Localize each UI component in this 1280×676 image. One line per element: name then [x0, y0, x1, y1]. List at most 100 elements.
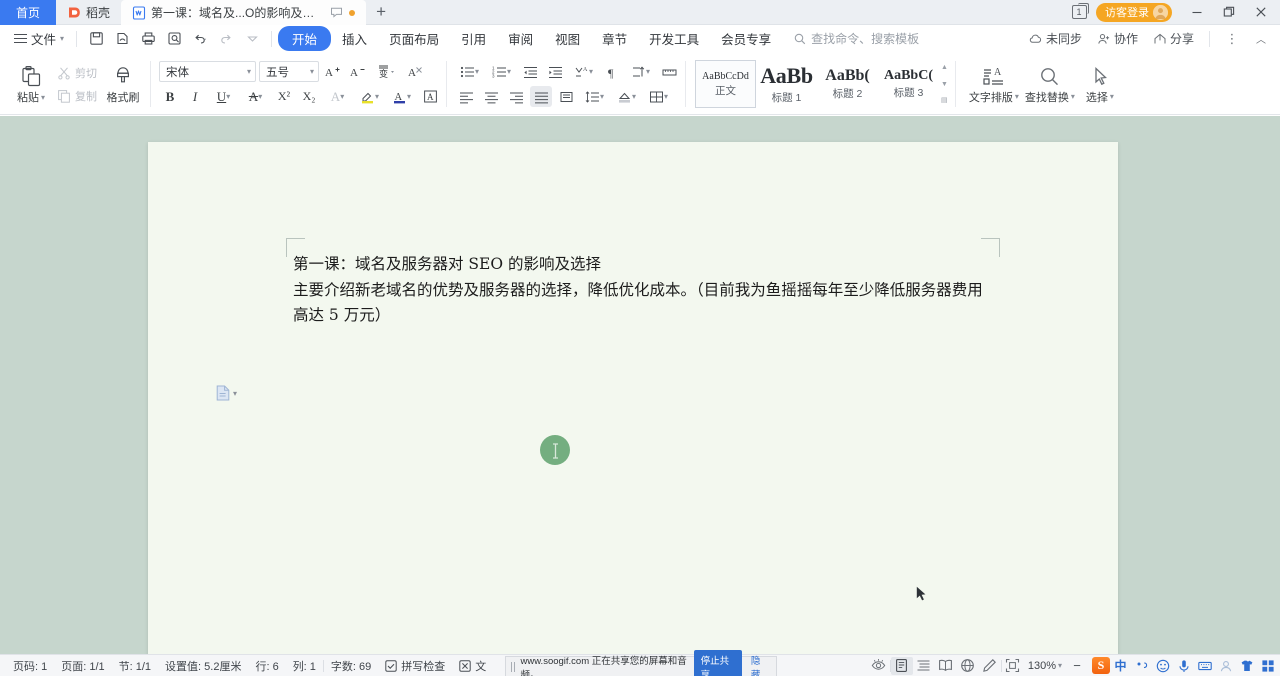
tab-home[interactable]: 首页 [0, 0, 56, 25]
voice-input-icon[interactable] [1173, 657, 1194, 675]
shrink-font-button[interactable]: A [347, 61, 369, 82]
cut-button[interactable]: 剪切 [53, 62, 101, 83]
fit-page-icon[interactable] [1002, 657, 1024, 675]
sort-button[interactable]: A▾ [569, 61, 598, 82]
paste-options-button[interactable]: ▾ [216, 385, 237, 401]
skin-icon[interactable] [1236, 657, 1257, 675]
document-page[interactable]: 第一课：域名及服务器对 SEO 的影响及选择 主要介绍新老域名的优势及服务器的选… [148, 142, 1118, 654]
align-justify-button[interactable] [530, 86, 552, 107]
decrease-indent-button[interactable] [519, 61, 541, 82]
print-preview-icon[interactable] [109, 28, 135, 50]
soft-keyboard-icon[interactable] [1194, 657, 1215, 675]
status-word-count[interactable]: 字数: 69 [324, 658, 378, 674]
print-icon[interactable] [135, 28, 161, 50]
borders-button[interactable]: ▾ [644, 86, 673, 107]
bullet-list-button[interactable]: ▾ [455, 61, 484, 82]
align-left-button[interactable] [455, 86, 477, 107]
superscript-button[interactable]: X² [273, 86, 295, 107]
undo-icon[interactable] [187, 28, 213, 50]
menu-item-page-layout[interactable]: 页面布局 [378, 26, 450, 51]
paragraph-layout-button[interactable]: ▾ [626, 61, 655, 82]
user-icon[interactable] [1215, 657, 1236, 675]
status-column-number[interactable]: 列: 1 [286, 658, 323, 674]
tab-comment-icon[interactable] [330, 6, 344, 20]
redo-icon[interactable] [213, 28, 239, 50]
save-icon[interactable] [83, 28, 109, 50]
menu-item-review[interactable]: 审阅 [497, 26, 544, 51]
show-formatting-marks-button[interactable]: ¶ [601, 61, 623, 82]
ime-language-mode[interactable]: 中 [1110, 657, 1131, 675]
style-heading-3[interactable]: AaBbC( 标题 3 [878, 60, 939, 108]
toolbox-icon[interactable] [1257, 657, 1278, 675]
style-heading-1[interactable]: AaBb 标题 1 [756, 60, 817, 108]
grow-font-button[interactable]: A [322, 61, 344, 82]
minimize-button[interactable] [1182, 0, 1212, 25]
bold-button[interactable]: B [159, 86, 181, 107]
drag-handle-icon[interactable] [511, 662, 515, 672]
status-page-number[interactable]: 页码: 1 [6, 658, 54, 674]
character-border-button[interactable]: A [419, 86, 441, 107]
document-text[interactable]: 第一课：域名及服务器对 SEO 的影响及选择 主要介绍新老域名的优势及服务器的选… [293, 252, 996, 329]
outline-view-icon[interactable] [913, 657, 935, 675]
clear-format-button[interactable]: A [404, 61, 426, 82]
scroll-down-icon[interactable]: ▼ [941, 81, 948, 88]
increase-indent-button[interactable] [544, 61, 566, 82]
status-row-number[interactable]: 行: 6 [248, 658, 285, 674]
find-replace-button[interactable]: 查找替换▾ [1021, 54, 1079, 114]
zoom-out-button[interactable]: − [1066, 657, 1088, 675]
select-button[interactable]: 选择▾ [1079, 54, 1121, 114]
status-spell-check[interactable]: 拼写检查 [378, 658, 452, 674]
underline-button[interactable]: U▾ [209, 86, 238, 107]
collapse-ribbon-button[interactable]: ︿ [1248, 28, 1274, 50]
eye-protection-icon[interactable] [868, 657, 890, 675]
distribute-button[interactable] [555, 86, 577, 107]
document-canvas[interactable]: 第一课：域名及服务器对 SEO 的影响及选择 主要介绍新老域名的优势及服务器的选… [0, 116, 1280, 654]
print-scan-icon[interactable] [161, 28, 187, 50]
sync-status-button[interactable]: 未同步 [1023, 28, 1088, 49]
status-section-count[interactable]: 节: 1/1 [112, 658, 158, 674]
text-layout-button[interactable]: A 文字排版▾ [967, 54, 1021, 114]
tab-document[interactable]: 第一课：域名及...O的影响及选择 [121, 0, 366, 25]
scroll-up-icon[interactable]: ▲ [941, 64, 948, 71]
stop-sharing-button[interactable]: 停止共享 [694, 650, 742, 676]
style-heading-2[interactable]: AaBb( 标题 2 [817, 60, 878, 108]
page-view-icon[interactable] [891, 657, 913, 675]
reading-view-icon[interactable] [935, 657, 957, 675]
close-button[interactable] [1246, 0, 1276, 25]
status-page-count[interactable]: 页面: 1/1 [54, 658, 111, 674]
window-list-button[interactable]: 1 [1064, 0, 1094, 25]
share-button[interactable]: 分享 [1147, 28, 1200, 49]
styles-scroll-buttons[interactable]: ▲ ▼ ▤ [939, 60, 950, 108]
font-name-select[interactable]: 宋体 ▾ [159, 61, 256, 82]
paste-button[interactable]: 粘贴▾ [9, 54, 53, 114]
highlight-color-button[interactable]: ▾ [355, 86, 384, 107]
styles-more-icon[interactable]: ▤ [941, 97, 948, 104]
font-color-button[interactable]: A ▾ [387, 86, 416, 107]
align-right-button[interactable] [505, 86, 527, 107]
menu-item-references[interactable]: 引用 [450, 26, 497, 51]
strikethrough-button[interactable]: A▾ [241, 86, 270, 107]
web-view-icon[interactable] [957, 657, 979, 675]
more-options-button[interactable]: ⋮ [1219, 28, 1245, 50]
menu-item-dev-tools[interactable]: 开发工具 [638, 26, 710, 51]
punctuation-icon[interactable] [1131, 657, 1152, 675]
zoom-level[interactable]: 130% ▾ [1024, 660, 1066, 672]
style-normal[interactable]: AaBbCcDd 正文 [695, 60, 756, 108]
line-spacing-button[interactable]: ▾ [580, 86, 609, 107]
tab-docer[interactable]: 稻壳 [56, 0, 121, 25]
menu-item-member-exclusive[interactable]: 会员专享 [710, 26, 782, 51]
edit-mode-icon[interactable] [979, 657, 1001, 675]
menu-item-view[interactable]: 视图 [544, 26, 591, 51]
menu-item-section[interactable]: 章节 [591, 26, 638, 51]
shading-button[interactable]: ▾ [612, 86, 641, 107]
menu-item-insert[interactable]: 插入 [331, 26, 378, 51]
menu-item-start[interactable]: 开始 [278, 26, 331, 51]
collaborate-button[interactable]: 协作 [1091, 28, 1144, 49]
copy-button[interactable]: 复制 [53, 85, 101, 106]
search-command-input[interactable]: 查找命令、搜索模板 [794, 30, 919, 47]
subscript-button[interactable]: X₂ [298, 86, 320, 107]
pinyin-guide-button[interactable]: 变 [372, 61, 401, 82]
maximize-button[interactable] [1214, 0, 1244, 25]
guest-login-button[interactable]: 访客登录 [1096, 3, 1172, 22]
customize-quick-access-icon[interactable] [239, 28, 265, 50]
